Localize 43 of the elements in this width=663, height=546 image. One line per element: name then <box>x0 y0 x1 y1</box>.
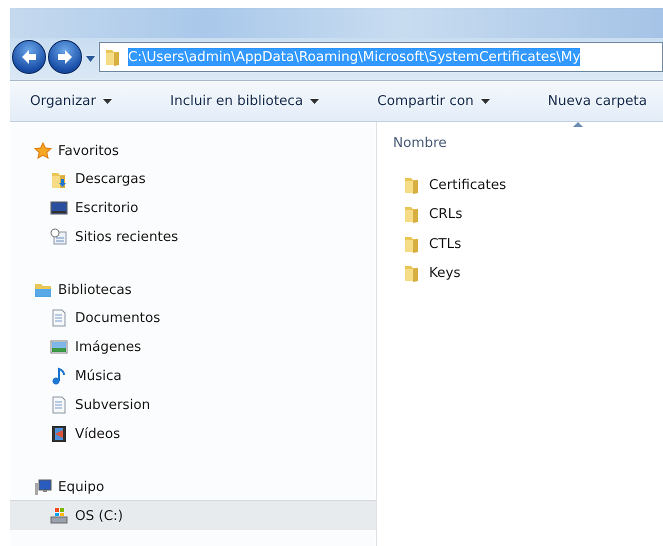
nav-section-header[interactable]: Favoritos <box>10 138 376 164</box>
nav-item[interactable]: Vídeos <box>10 419 376 448</box>
nav-item[interactable]: Subversion <box>10 390 376 419</box>
file-item[interactable]: Keys <box>393 258 663 288</box>
nav-item[interactable]: OS (C:) <box>10 500 376 530</box>
nav-item[interactable]: Imágenes <box>10 332 376 361</box>
music-note-icon <box>50 366 68 384</box>
back-button[interactable] <box>12 40 46 74</box>
nav-item[interactable]: Sitios recientes <box>10 222 376 251</box>
folder-icon <box>403 263 421 284</box>
film-icon <box>50 424 68 442</box>
caret-icon <box>310 98 320 104</box>
caret-icon <box>86 56 95 62</box>
nav-item[interactable]: Documentos <box>10 303 376 332</box>
address-path: C:\Users\admin\AppData\Roaming\Microsoft\SystemCertificates\My <box>128 48 580 66</box>
star-icon <box>34 142 52 160</box>
caret-icon <box>103 98 112 104</box>
caret-icon <box>480 98 490 104</box>
library-folder-icon <box>34 281 52 299</box>
clock-document-icon <box>50 228 68 246</box>
toolbar-button[interactable]: Incluir en biblioteca <box>164 89 326 113</box>
document-icon <box>50 308 68 326</box>
document-icon <box>50 396 68 414</box>
folder-icon <box>403 204 421 224</box>
file-item[interactable]: CTLs <box>393 229 663 258</box>
forward-button[interactable] <box>48 40 82 74</box>
drive-icon <box>50 506 68 524</box>
forward-arrow-icon <box>55 47 75 67</box>
folder-icon <box>104 47 122 67</box>
nav-section-header[interactable]: Bibliotecas <box>10 277 376 303</box>
toolbar-button[interactable]: Nueva carpeta <box>542 89 653 113</box>
toolbar-button[interactable]: Compartir con <box>371 89 496 113</box>
nav-item[interactable]: Descargas <box>10 164 376 193</box>
toolbar-button[interactable]: Organizar <box>24 89 118 113</box>
computer-icon <box>34 478 52 496</box>
nav-section-header[interactable]: Equipo <box>10 474 376 500</box>
file-item[interactable]: CRLs <box>393 200 663 229</box>
image-icon <box>50 338 68 356</box>
monitor-icon <box>50 198 68 216</box>
column-header[interactable]: Nombre <box>393 122 583 158</box>
file-item[interactable]: Certificates <box>393 170 663 200</box>
nav-item[interactable]: Escritorio <box>10 193 376 222</box>
nav-item[interactable]: Música <box>10 361 376 390</box>
